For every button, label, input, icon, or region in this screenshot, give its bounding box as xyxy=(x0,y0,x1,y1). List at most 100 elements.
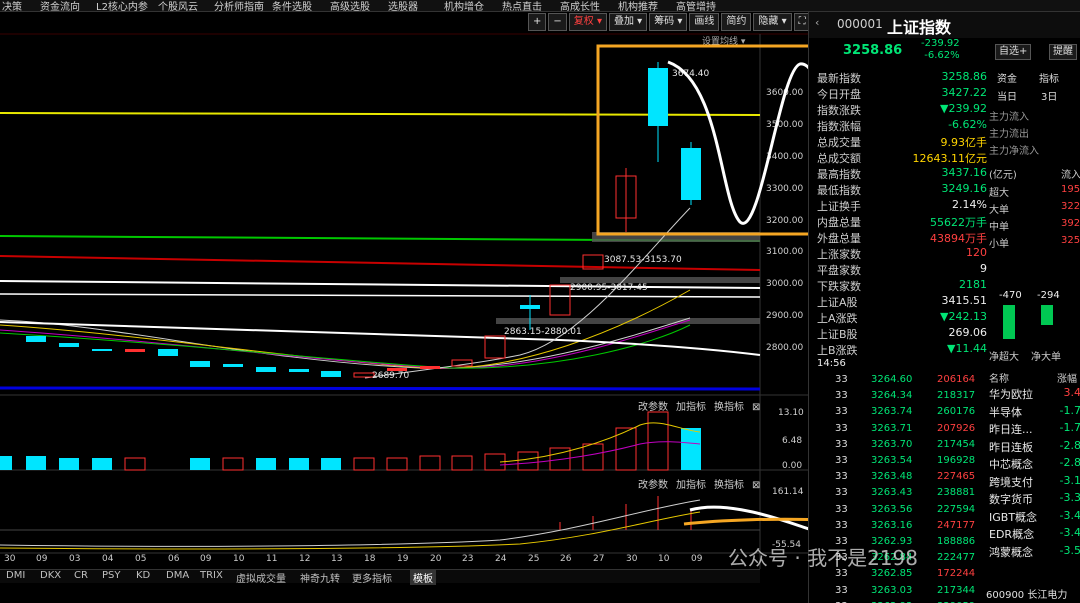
candle xyxy=(26,336,46,342)
stat-value: 3437.16 xyxy=(941,166,988,179)
tab-funds[interactable]: 资金 xyxy=(997,70,1017,85)
flow-unit-label: (亿元) xyxy=(989,170,1017,181)
tab-kd[interactable]: KD xyxy=(136,570,150,581)
stat-value: 2.14% xyxy=(952,198,987,211)
index-header: ‹ 000001 上证指数 xyxy=(809,12,1080,38)
tick-volume: 260176 xyxy=(937,406,976,418)
sector-row[interactable]: 昨日连... -1.7 xyxy=(989,421,1080,438)
tab-3days[interactable]: 3日 xyxy=(1041,88,1057,103)
close-icon[interactable]: ⊠ xyxy=(752,402,760,413)
date-label: 04 xyxy=(102,554,114,564)
tick-volume: 172244 xyxy=(937,568,976,580)
sector-row[interactable]: EDR概念 -3.4 xyxy=(989,526,1080,543)
add-indicator-button[interactable]: 加指标 xyxy=(676,480,706,491)
chevron-left-icon[interactable]: ‹ xyxy=(815,16,819,29)
sector-name: 中芯概念 xyxy=(989,458,1033,471)
sector-name: 华为欧拉 xyxy=(989,388,1033,401)
candle xyxy=(190,361,210,367)
tick-volume: 247177 xyxy=(937,519,976,531)
change-param-button[interactable]: 改参数 xyxy=(638,480,668,491)
tick-minute: 33 xyxy=(835,390,848,402)
tab-magic-nine[interactable]: 神奇九转 xyxy=(300,570,340,585)
switch-indicator-button[interactable]: 换指标 xyxy=(714,402,744,413)
tab-indicator[interactable]: 指标 xyxy=(1039,70,1059,85)
sector-pct: -3.4 xyxy=(1059,508,1080,522)
tick-price: 3263.56 xyxy=(871,503,913,515)
add-watchlist-button[interactable]: 自选+ xyxy=(995,44,1032,60)
sector-pct: -1.7 xyxy=(1059,421,1080,434)
switch-indicator-button[interactable]: 换指标 xyxy=(714,480,744,491)
tab-dkx[interactable]: DKX xyxy=(40,570,61,581)
stat-row: 总成交量 9.93亿手 xyxy=(817,134,987,150)
stat-value: 2181 xyxy=(959,278,987,291)
tab-trix[interactable]: TRIX xyxy=(200,570,223,581)
sector-pct: -3.5 xyxy=(1059,543,1080,557)
close-icon[interactable]: ⊠ xyxy=(752,480,760,491)
indicator-tabs: DMI DKX CR PSY KD DMA TRIX 虚拟成交量 神奇九转 更多… xyxy=(0,569,760,585)
tick-price: 3263.70 xyxy=(871,438,913,450)
stat-label: 最低指数 xyxy=(817,184,861,197)
order-size-label: 小单 xyxy=(989,239,1009,250)
sector-row[interactable]: 数字货币 -3.3 xyxy=(989,491,1080,508)
stat-value: 3427.22 xyxy=(941,86,988,99)
stat-label: 今日开盘 xyxy=(817,88,861,101)
stat-row: 上证A股 3415.51 xyxy=(817,294,987,310)
date-label: 09 xyxy=(36,554,48,564)
stat-label: 上证换手 xyxy=(817,200,861,213)
sector-row[interactable]: 华为欧拉 3.4 xyxy=(989,386,1080,403)
stat-label: 指数涨幅 xyxy=(817,120,861,133)
volume-bars xyxy=(0,411,701,471)
tick-minute: 33 xyxy=(835,406,848,418)
stat-value: ▼242.13 xyxy=(940,310,987,323)
stat-row: 平盘家数 9 xyxy=(817,262,987,278)
reminder-button[interactable]: 提醒 xyxy=(1049,44,1077,60)
stat-row: 下跌家数 2181 xyxy=(817,278,987,294)
volume-bar xyxy=(289,458,309,470)
sector-row[interactable]: 半导体 -1.7 xyxy=(989,404,1080,421)
volume-ma xyxy=(499,441,701,466)
sector-row[interactable]: 中芯概念 -2.8 xyxy=(989,456,1080,473)
tab-dmi[interactable]: DMI xyxy=(6,570,25,581)
stat-label: 上证A股 xyxy=(817,296,858,309)
tab-cr[interactable]: CR xyxy=(74,570,88,581)
tab-virtual-volume[interactable]: 虚拟成交量 xyxy=(236,570,286,585)
watermark: 公众号 · 我不是2198 xyxy=(728,546,918,570)
tick-volume: 217344 xyxy=(937,584,976,596)
net-flow-bar xyxy=(1041,305,1053,325)
sector-row[interactable]: IGBT概念 -3.4 xyxy=(989,509,1080,526)
stat-row: 上证换手 2.14% xyxy=(817,198,987,214)
sector-name: EDR概念 xyxy=(989,528,1035,541)
net-flow-value: -294 xyxy=(1037,290,1060,301)
tab-template[interactable]: 模板 xyxy=(410,570,436,585)
stat-row: 上涨家数 120 xyxy=(817,246,987,262)
price-tick: 3000.00 xyxy=(766,279,803,289)
tick-row: 33 3263.54 196928 xyxy=(817,455,977,470)
sector-row[interactable]: 鸿蒙概念 -3.5 xyxy=(989,544,1080,561)
tick-row: 33 3263.70 217454 xyxy=(817,439,977,454)
tick-row: 33 3263.71 207926 xyxy=(817,423,977,438)
ma-line-white2 xyxy=(0,293,761,298)
low-price-label: 2689.70 xyxy=(372,371,409,381)
tick-row: 33 3264.60 206164 xyxy=(817,374,977,389)
sector-pct: -3.1 xyxy=(1059,473,1080,487)
add-indicator-button[interactable]: 加指标 xyxy=(676,402,706,413)
tick-price: 3263.03 xyxy=(871,584,913,596)
tick-volume: 207926 xyxy=(937,422,976,434)
tab-more-indicators[interactable]: 更多指标 xyxy=(352,570,392,585)
sector-row[interactable]: 跨境支付 -3.1 xyxy=(989,474,1080,491)
candle xyxy=(549,284,571,316)
tick-volume: 196928 xyxy=(937,455,976,466)
change-param-button[interactable]: 改参数 xyxy=(638,402,668,413)
vol-tick: 0.00 xyxy=(782,461,802,471)
stat-value: 9 xyxy=(980,262,987,275)
tab-today[interactable]: 当日 xyxy=(997,88,1017,103)
tab-dma[interactable]: DMA xyxy=(166,570,189,581)
tick-volume: 206164 xyxy=(937,374,976,385)
stat-value: 43894万手 xyxy=(930,232,987,245)
ma-line-blue xyxy=(0,386,761,391)
sector-row[interactable]: 昨日连板 -2.8 xyxy=(989,439,1080,456)
tab-psy[interactable]: PSY xyxy=(102,570,121,581)
stat-value: -6.62% xyxy=(948,118,987,131)
tick-minute: 33 xyxy=(835,584,848,596)
stat-value: ▼11.44 xyxy=(947,342,987,355)
